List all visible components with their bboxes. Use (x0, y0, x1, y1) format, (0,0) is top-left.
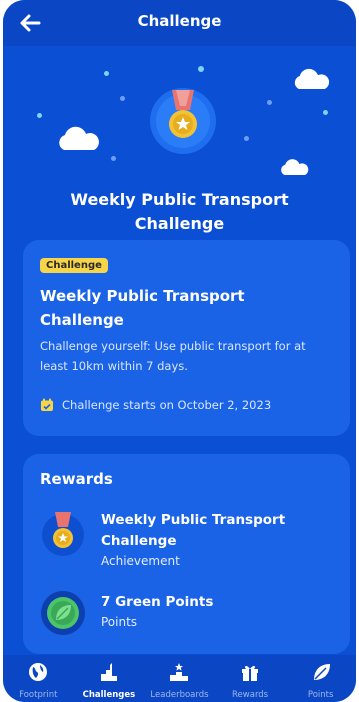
cloud-icon (59, 126, 99, 150)
medal-icon (150, 88, 216, 154)
nav-label: Leaderboards (150, 690, 209, 700)
decor-dot (37, 113, 42, 118)
app-bar: Challenge (3, 0, 356, 46)
calendar-icon (41, 398, 53, 411)
medal-icon (42, 512, 84, 556)
challenge-date: Challenge starts on October 2, 2023 (40, 398, 271, 412)
nav-label: Points (307, 690, 334, 700)
nav-label: Challenges (82, 690, 136, 700)
leaf-icon (313, 664, 330, 680)
challenge-date-text: Challenge starts on October 2, 2023 (62, 398, 272, 412)
rewards-heading: Rewards (40, 470, 113, 488)
nav-label: Rewards (232, 690, 269, 700)
hero-title: Weekly Public Transport Challenge (70, 190, 289, 233)
nav-item-points[interactable]: Points (285, 655, 356, 702)
nav-label: Footprint (19, 690, 58, 700)
cloud-icon (294, 68, 330, 89)
bottom-nav: Footprint Challenges Leaderboards Reward… (3, 655, 356, 702)
reward-type: Points (101, 615, 138, 629)
decor-dot (104, 71, 109, 76)
reward-name: 7 Green Points (101, 594, 214, 610)
podium-icon (170, 663, 189, 681)
nav-item-leaderboards[interactable]: Leaderboards (144, 655, 215, 702)
decor-dot (198, 66, 204, 72)
gift-icon (242, 665, 259, 681)
challenge-card: Challenge Weekly Public Transport Challe… (23, 240, 350, 436)
page-title: Challenge (137, 12, 222, 30)
challenge-icon (100, 663, 117, 681)
challenge-description: Challenge yourself: Use public transport… (40, 339, 306, 373)
cloud-icon (281, 159, 309, 175)
nav-item-footprint[interactable]: Footprint (3, 655, 74, 702)
rewards-card: Rewards Weekly Public Transport Challeng… (23, 454, 350, 654)
reward-type: Achievement (101, 554, 180, 568)
nav-item-challenges[interactable]: Challenges (74, 655, 145, 702)
nav-item-rewards[interactable]: Rewards (215, 655, 286, 702)
reward-item: Weekly Public Transport Challenge Achiev… (40, 510, 340, 570)
decor-dot (267, 100, 272, 105)
decor-dot (120, 96, 125, 101)
globe-icon (29, 663, 48, 681)
challenge-title: Weekly Public Transport Challenge (40, 287, 245, 329)
leaf-coin-icon (41, 591, 85, 635)
challenge-badge: Challenge (40, 258, 108, 273)
decor-dot (323, 110, 328, 115)
reward-name: Weekly Public Transport Challenge (101, 512, 286, 549)
reward-item: 7 Green Points Points (40, 590, 340, 640)
decor-dot (111, 156, 116, 161)
hero-section: Weekly Public Transport Challenge (3, 46, 356, 242)
decor-dot (244, 136, 249, 141)
app-screen: Challenge Weekly Public Transport Challe… (3, 0, 356, 702)
